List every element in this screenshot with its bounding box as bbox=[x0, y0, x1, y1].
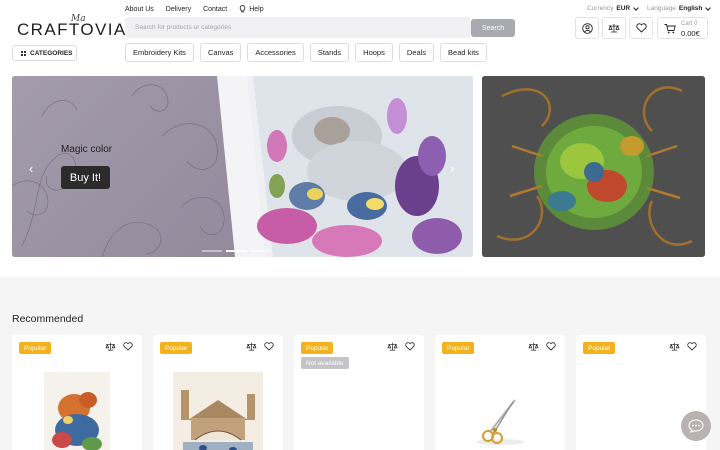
slider-dot[interactable] bbox=[202, 250, 222, 252]
section-title: Recommended bbox=[12, 313, 84, 325]
product-card[interactable]: Popular bbox=[153, 335, 283, 450]
chat-button[interactable] bbox=[681, 411, 711, 441]
popular-badge: Popular bbox=[442, 342, 475, 354]
search-input[interactable]: Search for products or categories bbox=[125, 17, 471, 38]
account-button[interactable] bbox=[575, 17, 599, 39]
grid-icon bbox=[21, 50, 26, 56]
top-links: About Us Delivery Contact Help bbox=[125, 5, 264, 13]
delivery-link[interactable]: Delivery bbox=[166, 5, 191, 13]
compare-icon[interactable] bbox=[387, 342, 398, 351]
cart-button[interactable]: Cart 0 0.00€ bbox=[657, 17, 708, 39]
nav-embroidery-kits[interactable]: Embroidery Kits bbox=[125, 43, 194, 62]
contact-link[interactable]: Contact bbox=[203, 5, 227, 13]
cart-total: 0.00€ bbox=[681, 29, 700, 38]
popular-badge: Popular bbox=[19, 342, 52, 354]
slider-dots bbox=[202, 250, 270, 252]
hero-title: Magic color bbox=[61, 144, 113, 155]
language-label: Language bbox=[647, 5, 676, 12]
side-banner[interactable] bbox=[482, 76, 705, 257]
chevron-left-icon[interactable]: ‹ bbox=[29, 161, 33, 176]
wishlist-icon[interactable] bbox=[546, 342, 556, 351]
hero-product-image bbox=[217, 76, 473, 257]
compare-icon[interactable] bbox=[105, 342, 116, 351]
product-card[interactable]: Popular bbox=[435, 335, 565, 450]
product-card[interactable]: Popular bbox=[12, 335, 142, 450]
currency-label: Currency bbox=[587, 5, 614, 12]
categories-button[interactable]: CATEGORIES bbox=[12, 45, 77, 61]
wishlist-icon[interactable] bbox=[405, 342, 415, 351]
lightbulb-icon bbox=[239, 5, 246, 13]
popular-badge: Popular bbox=[160, 342, 193, 354]
categories-label: CATEGORIES bbox=[30, 49, 73, 57]
wishlist-icon[interactable] bbox=[687, 342, 697, 351]
nav-bead-kits[interactable]: Bead kits bbox=[440, 43, 487, 62]
popular-badge: Popular bbox=[301, 342, 334, 354]
compare-icon[interactable] bbox=[669, 342, 680, 351]
hero-background bbox=[12, 76, 252, 257]
chevron-right-icon[interactable]: › bbox=[450, 161, 454, 176]
popular-badge: Popular bbox=[583, 342, 616, 354]
wishlist-icon[interactable] bbox=[123, 342, 133, 351]
chevron-down-icon bbox=[633, 4, 639, 11]
cart-count: Cart 0 bbox=[681, 21, 698, 27]
language-value: English bbox=[678, 5, 703, 12]
cart-icon bbox=[664, 24, 676, 34]
hero-slider[interactable]: Magic color Buy It! ‹ › bbox=[12, 76, 473, 257]
wishlist-button[interactable] bbox=[629, 17, 653, 39]
account-icon bbox=[581, 22, 593, 34]
slider-dot[interactable] bbox=[226, 250, 246, 252]
slider-dot[interactable] bbox=[250, 250, 270, 252]
wishlist-icon[interactable] bbox=[264, 342, 274, 351]
nav-deals[interactable]: Deals bbox=[398, 43, 435, 62]
compare-icon[interactable] bbox=[246, 342, 257, 351]
product-card[interactable]: Popular Not available bbox=[294, 335, 424, 450]
nav-canvas[interactable]: Canvas bbox=[199, 43, 242, 62]
compare-icon bbox=[608, 24, 620, 33]
buy-it-button[interactable]: Buy It! bbox=[61, 166, 110, 189]
not-available-badge: Not available bbox=[301, 357, 349, 369]
chevron-down-icon bbox=[705, 4, 712, 11]
compare-button[interactable] bbox=[602, 17, 626, 39]
product-image bbox=[173, 372, 263, 450]
logo-text: CRAFTOVIA bbox=[17, 20, 127, 39]
compare-icon[interactable] bbox=[528, 342, 539, 351]
nav-accessories[interactable]: Accessories bbox=[247, 43, 304, 62]
beetle-beadwork-image bbox=[482, 76, 705, 257]
search-button[interactable]: Search bbox=[471, 19, 515, 37]
floral-line-art bbox=[12, 84, 225, 257]
currency-value: EUR bbox=[616, 5, 631, 12]
product-image bbox=[476, 399, 524, 445]
help-label: Help bbox=[249, 5, 264, 13]
product-image bbox=[44, 372, 110, 450]
about-us-link[interactable]: About Us bbox=[125, 5, 154, 13]
currency-selector[interactable]: Currency EUR bbox=[587, 4, 639, 12]
chat-bubble-icon bbox=[688, 419, 704, 433]
language-selector[interactable]: Language English bbox=[647, 4, 712, 12]
site-logo[interactable]: Ma CRAFTOVIA bbox=[17, 14, 125, 42]
nav-stands[interactable]: Stands bbox=[309, 43, 350, 62]
nav-hoops[interactable]: Hoops bbox=[355, 43, 393, 62]
main-nav: Embroidery Kits Canvas Accessories Stand… bbox=[125, 43, 487, 62]
help-link[interactable]: Help bbox=[239, 5, 264, 13]
wishlist-icon bbox=[635, 23, 647, 33]
